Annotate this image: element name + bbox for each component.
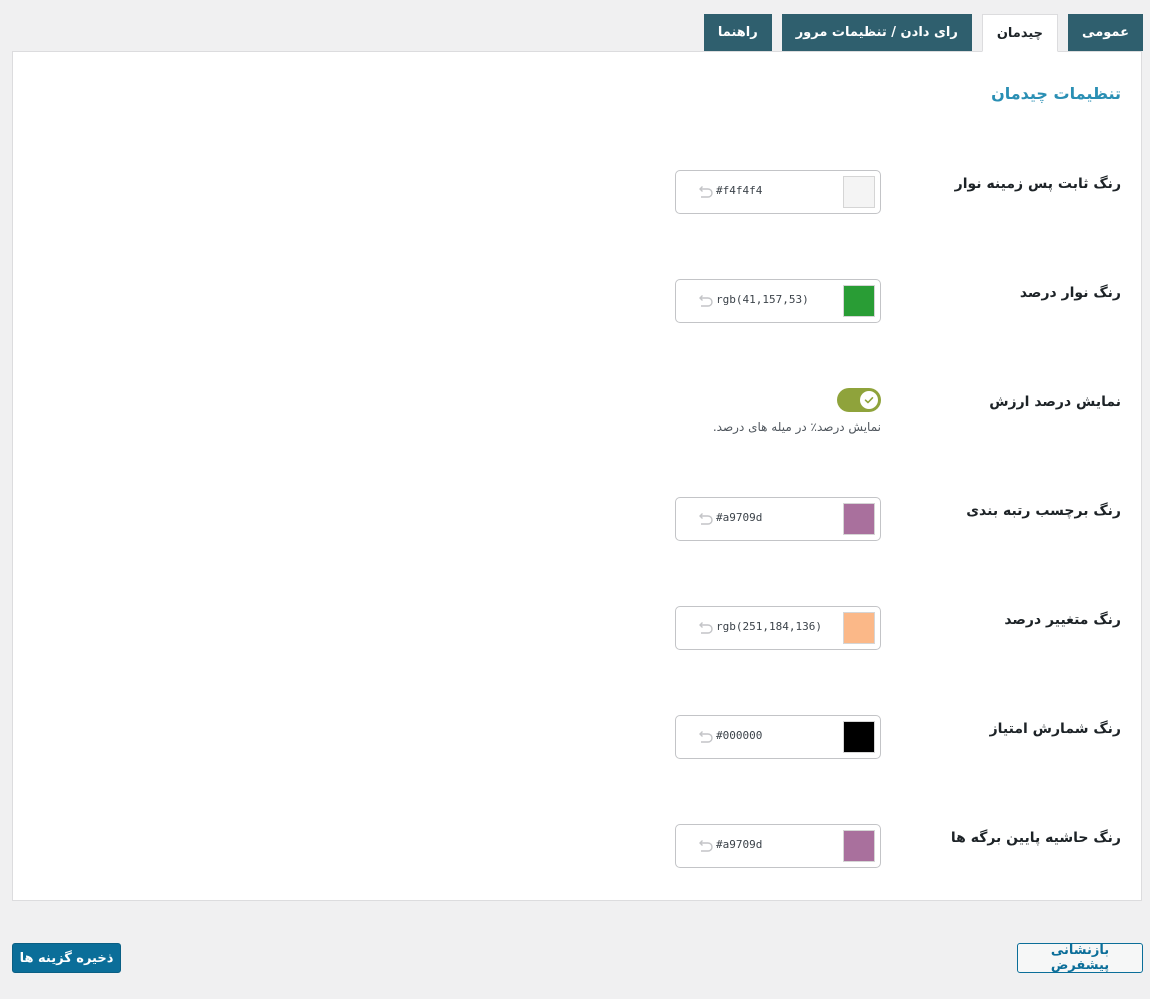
color-swatch[interactable] [843, 830, 875, 862]
setting-label: رنگ ثابت پس زمینه نوار [954, 176, 1121, 192]
setting-row-show-percent: نمایش درصد ارزش نمایش درصد٪ در میله های … [13, 388, 1141, 448]
undo-icon[interactable] [696, 837, 714, 855]
color-swatch[interactable] [843, 176, 875, 208]
setting-row-percent-variable-color: رنگ متغییر درصد rgb(251,184,136) [13, 606, 1141, 666]
save-options-button[interactable]: ذخیره گزینه ها [12, 943, 121, 973]
tab-voting-review-settings[interactable]: رای دادن / تنظیمات مرور [781, 14, 972, 51]
tab-layout[interactable]: چیدمان [981, 14, 1059, 52]
show-percent-toggle[interactable] [837, 388, 881, 412]
setting-row-page-bottom-border-color: رنگ حاشیه پایین برگه ها #a9709d [13, 824, 1141, 884]
tab-help[interactable]: راهنما [703, 14, 772, 51]
score-count-color-picker[interactable]: #000000 [675, 715, 881, 759]
setting-row-rating-label-color: رنگ برچسب رتبه بندی #a9709d [13, 497, 1141, 557]
reset-defaults-button[interactable]: بازنشانی پیشفرض [1017, 943, 1143, 973]
color-swatch[interactable] [843, 503, 875, 535]
setting-label: رنگ شمارش امتیاز [989, 721, 1121, 737]
checkmark-icon [864, 397, 874, 404]
bar-bg-color-picker[interactable]: #f4f4f4 [675, 170, 881, 214]
setting-description: نمایش درصد٪ در میله های درصد. [712, 420, 881, 434]
page-bottom-border-color-picker[interactable]: #a9709d [675, 824, 881, 868]
color-value: #f4f4f4 [716, 184, 763, 197]
color-value: rgb(41,157,53) [716, 293, 809, 306]
panel-title: تنظیمات چیدمان [991, 84, 1121, 103]
setting-label: نمایش درصد ارزش [989, 394, 1121, 410]
color-value: #a9709d [716, 838, 763, 851]
setting-label: رنگ برچسب رتبه بندی [966, 503, 1121, 519]
tab-general[interactable]: عمومی [1068, 14, 1143, 51]
settings-tabs: عمومی چیدمان رای دادن / تنظیمات مرور راه… [703, 14, 1143, 52]
settings-panel: تنظیمات چیدمان رنگ ثابت پس زمینه نوار #f… [12, 51, 1142, 901]
color-swatch[interactable] [843, 721, 875, 753]
undo-icon[interactable] [696, 728, 714, 746]
color-value: #a9709d [716, 511, 763, 524]
undo-icon[interactable] [696, 619, 714, 637]
undo-icon[interactable] [696, 510, 714, 528]
setting-label: رنگ حاشیه پایین برگه ها [950, 830, 1121, 846]
color-swatch[interactable] [843, 285, 875, 317]
percent-variable-color-picker[interactable]: rgb(251,184,136) [675, 606, 881, 650]
color-value: rgb(251,184,136) [716, 620, 822, 633]
rating-label-color-picker[interactable]: #a9709d [675, 497, 881, 541]
setting-label: رنگ نوار درصد [1019, 285, 1121, 301]
setting-label: رنگ متغییر درصد [1004, 612, 1121, 628]
setting-row-percent-bar-color: رنگ نوار درصد rgb(41,157,53) [13, 279, 1141, 339]
color-swatch[interactable] [843, 612, 875, 644]
undo-icon[interactable] [696, 292, 714, 310]
setting-row-bar-bg-color: رنگ ثابت پس زمینه نوار #f4f4f4 [13, 170, 1141, 230]
percent-bar-color-picker[interactable]: rgb(41,157,53) [675, 279, 881, 323]
toggle-knob [860, 391, 878, 409]
color-value: #000000 [716, 729, 763, 742]
undo-icon[interactable] [696, 183, 714, 201]
setting-row-score-count-color: رنگ شمارش امتیاز #000000 [13, 715, 1141, 775]
